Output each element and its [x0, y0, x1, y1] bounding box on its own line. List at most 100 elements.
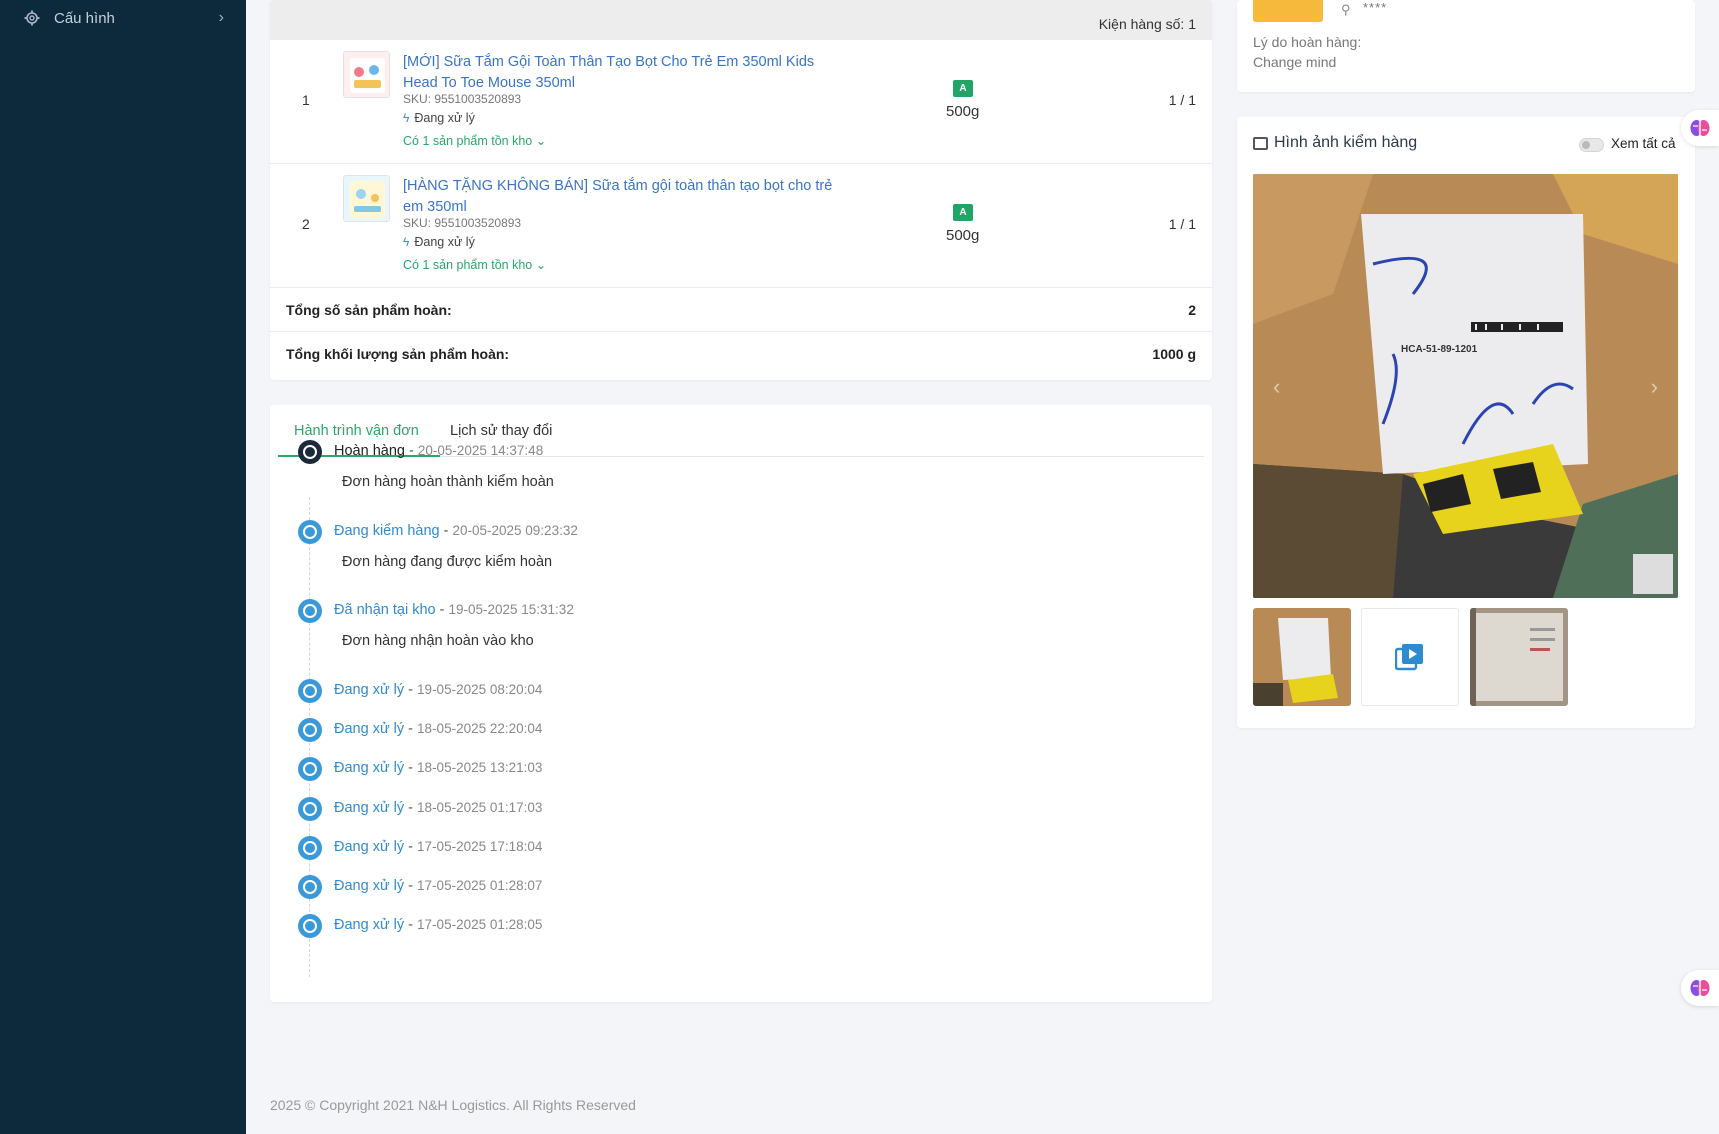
sidebar: Cấu hình › [0, 0, 246, 1134]
timeline-dot-icon [298, 836, 322, 860]
gear-icon [24, 10, 40, 26]
product-weight: 500g [946, 103, 980, 120]
product-sku: SKU: 9551003520893 [403, 92, 522, 106]
timeline-title: Đang xử lý - 18-05-2025 01:17:03 [334, 800, 542, 816]
assistant-floating-button[interactable] [1681, 970, 1719, 1006]
timeline-title: Đang xử lý - 18-05-2025 22:20:04 [334, 721, 542, 737]
chevron-down-icon: ⌄ [535, 134, 547, 148]
view-all-label: Xem tất cả [1611, 136, 1676, 151]
image-icon [1253, 137, 1268, 150]
next-image-arrow[interactable]: › [1651, 374, 1658, 400]
timeline-status[interactable]: Đang xử lý [334, 800, 404, 816]
product-sku: SKU: 9551003520893 [403, 216, 522, 230]
prev-image-arrow[interactable]: ‹ [1273, 374, 1280, 400]
assistant-floating-button[interactable] [1681, 110, 1719, 146]
timeline-separator: - [404, 917, 418, 933]
timeline-dot-icon [298, 797, 322, 821]
product-thumbnail [343, 51, 390, 98]
view-all-toggle[interactable] [1579, 138, 1604, 152]
return-info-card: ⚲ **** Lý do hoàn hàng: Change mind [1237, 0, 1695, 92]
chevron-right-icon: › [218, 9, 224, 26]
total-weight-value: 1000 g [1152, 346, 1196, 362]
total-weight-row: Tổng khối lượng sản phẩm hoàn: 1000 g [270, 332, 1212, 376]
stock-dropdown[interactable]: Có 1 sản phẩm tồn kho ⌄ [403, 133, 546, 148]
timeline-status[interactable]: Đang xử lý [334, 839, 404, 855]
timeline-title: Đã nhận tại kho - 19-05-2025 15:31:32 [334, 602, 574, 618]
timeline-status[interactable]: Đang xử lý [334, 721, 404, 737]
photo-label-text: HCA-51-89-1201 [1401, 344, 1478, 355]
timeline-time: 17-05-2025 01:28:07 [417, 878, 543, 893]
timeline-time: 20-05-2025 14:37:48 [417, 443, 544, 458]
timeline-time: 18-05-2025 22:20:04 [417, 721, 543, 736]
product-status: ϟ Đang xử lý [403, 111, 475, 125]
footer-copyright: 2025 © Copyright 2021 N&H Logistics. All… [270, 1097, 636, 1113]
total-products-row: Tổng số sản phẩm hoàn: 2 [270, 288, 1212, 332]
inspection-images-title: Hình ảnh kiểm hàng [1274, 134, 1418, 151]
stock-text: Có 1 sản phẩm tồn kho [403, 258, 533, 272]
timeline-status[interactable]: Đang kiểm hàng [334, 523, 440, 539]
timeline-time: 17-05-2025 17:18:04 [417, 839, 543, 854]
product-row: 2 [HÀNG TẶNG KHÔNG BÁN] Sữa tắm gội toàn… [270, 164, 1212, 288]
product-weight: 500g [946, 227, 980, 244]
package-card: Kiện hàng số: 1 1 [MỚI] Sữa Tắm Gội Toàn… [270, 0, 1212, 380]
product-name-link[interactable]: [HÀNG TẶNG KHÔNG BÁN] Sữa tắm gội toàn t… [403, 176, 843, 218]
timeline-dot-icon [298, 914, 322, 938]
timeline-title: Đang xử lý - 17-05-2025 17:18:04 [334, 839, 542, 855]
timeline-dot-icon [298, 757, 322, 781]
timeline-status[interactable]: Đang xử lý [334, 878, 404, 894]
timeline-title: Hoàn hàng - 20-05-2025 14:37:48 [334, 443, 543, 459]
timeline-separator: - [404, 721, 418, 737]
timeline-time: 19-05-2025 15:31:32 [448, 602, 574, 617]
timeline-status[interactable]: Đang xử lý [334, 917, 404, 933]
sidebar-item-settings[interactable]: Cấu hình › [0, 0, 246, 36]
timeline-separator: - [404, 839, 418, 855]
timeline-description: Đơn hàng hoàn thành kiểm hoàn [342, 474, 554, 490]
grade-badge: A [953, 80, 973, 97]
timeline-separator: - [404, 682, 418, 698]
timeline-title: Đang kiểm hàng - 20-05-2025 09:23:32 [334, 523, 578, 539]
thumbnail-photo-3[interactable] [1470, 608, 1568, 706]
timeline-dot-icon [298, 599, 322, 623]
product-name-link[interactable]: [MỚI] Sữa Tắm Gội Toàn Thân Tạo Bọt Cho … [403, 52, 843, 94]
timeline-separator: - [404, 760, 418, 776]
timeline-time: 19-05-2025 08:20:04 [417, 682, 543, 697]
timeline-time: 18-05-2025 13:21:03 [417, 760, 543, 775]
thumbnail-photo-1[interactable] [1253, 608, 1351, 706]
timeline-description: Đơn hàng nhận hoàn vào kho [342, 633, 534, 649]
bolt-icon: ϟ [403, 111, 410, 125]
timeline-dot-icon [298, 520, 322, 544]
timeline-dot-icon [298, 718, 322, 742]
total-products-label: Tổng số sản phẩm hoàn: [286, 302, 452, 318]
status-tag [1253, 0, 1323, 22]
stock-text: Có 1 sản phẩm tồn kho [403, 134, 533, 148]
tab-change-history[interactable]: Lịch sử thay đổi [450, 423, 552, 439]
total-weight-label: Tổng khối lượng sản phẩm hoàn: [286, 346, 510, 362]
timeline-title: Đang xử lý - 18-05-2025 13:21:03 [334, 760, 542, 776]
masked-location: **** [1363, 0, 1388, 15]
product-status: ϟ Đang xử lý [403, 235, 475, 249]
timeline-time: 20-05-2025 09:23:32 [452, 523, 578, 538]
timeline-status[interactable]: Đang xử lý [334, 760, 404, 776]
product-thumbnail [343, 175, 390, 222]
return-reason-value: Change mind [1253, 54, 1337, 70]
tab-shipping-journey[interactable]: Hành trình vận đơn [294, 423, 419, 439]
grade-badge: A [953, 204, 973, 221]
product-row: 1 [MỚI] Sữa Tắm Gội Toàn Thân Tạo Bọt Ch… [270, 40, 1212, 164]
product-quantity: 1 / 1 [1168, 216, 1196, 232]
product-index: 1 [302, 92, 310, 108]
timeline-dot-icon [298, 875, 322, 899]
timeline-title: Đang xử lý - 19-05-2025 08:20:04 [334, 682, 542, 698]
stock-dropdown[interactable]: Có 1 sản phẩm tồn kho ⌄ [403, 257, 546, 272]
timeline-status[interactable]: Đã nhận tại kho [334, 602, 436, 618]
package-header: Kiện hàng số: 1 [270, 0, 1212, 40]
inspection-images-card: Hình ảnh kiểm hàng Xem tất cả HCA-51-89-… [1237, 117, 1695, 728]
location-pin-icon: ⚲ [1341, 2, 1351, 17]
timeline-status[interactable]: Đang xử lý [334, 682, 404, 698]
timeline-status: Hoàn hàng [334, 443, 405, 459]
timeline-separator: - [435, 602, 449, 618]
brain-icon [1690, 980, 1710, 996]
main-inspection-photo[interactable]: HCA-51-89-1201 ‹ › [1253, 174, 1678, 598]
timeline-time: 18-05-2025 01:17:03 [417, 800, 543, 815]
thumbnail-video[interactable] [1361, 608, 1459, 706]
video-play-icon [1395, 644, 1423, 671]
